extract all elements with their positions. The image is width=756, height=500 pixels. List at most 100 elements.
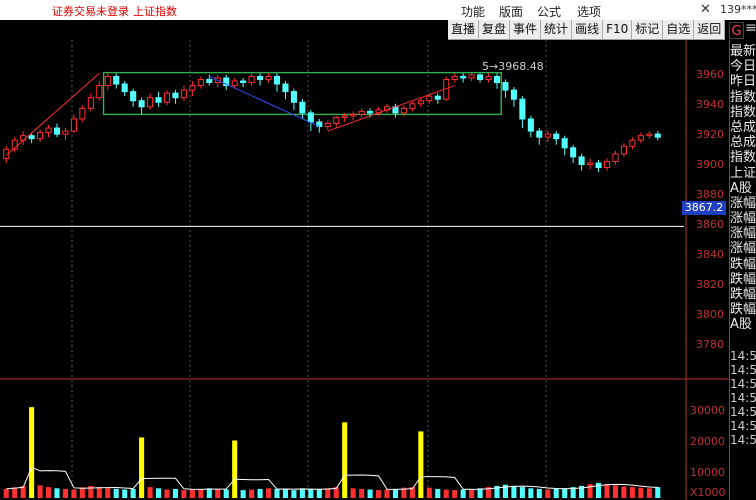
candle-body (265, 75, 272, 80)
candle-body (62, 130, 69, 135)
hamburger-menu-icon[interactable]: ≡ (745, 20, 756, 36)
volume-bar (172, 488, 178, 498)
price-chart[interactable] (0, 40, 729, 500)
toolbar-mark-button[interactable]: 标记 (632, 20, 664, 40)
candle-body (138, 100, 145, 108)
volume-bar (3, 488, 9, 498)
volume-bar (418, 431, 424, 498)
tick-time-row: 14:5 (730, 376, 756, 391)
candle-body (282, 83, 289, 93)
candle-body (646, 133, 653, 137)
candle-body (273, 75, 281, 85)
volume-bar (299, 488, 305, 498)
candle-body (502, 82, 509, 91)
volume-bar (156, 488, 162, 498)
tick-time-row: 14:5 (730, 418, 756, 433)
volume-bar (71, 489, 77, 498)
volume-bar (164, 489, 170, 498)
g-badge[interactable]: G (729, 22, 744, 39)
candle-series (3, 73, 661, 173)
quote-panel-row: 最新 (730, 44, 756, 59)
login-status[interactable]: 证券交易未登录 (52, 3, 129, 19)
volume-bar (46, 487, 52, 498)
quote-panel-row: 涨幅 (730, 211, 756, 227)
volume-bar (350, 488, 356, 498)
toolbar-watchlist-button[interactable]: 自选 (663, 20, 695, 40)
candle-body (460, 75, 467, 79)
candle-body (28, 135, 35, 140)
volume-bar (266, 488, 272, 498)
volume-bar (325, 488, 331, 498)
volume-bar (604, 484, 610, 498)
volume-bar (257, 488, 263, 498)
candle-body (587, 162, 594, 165)
candle-body (451, 75, 458, 80)
volume-bar (274, 488, 280, 498)
candle-body (409, 103, 416, 109)
candle-body (637, 135, 644, 141)
menu-function[interactable]: 功能 (461, 3, 485, 20)
menu-options[interactable]: 选项 (577, 3, 601, 20)
candle-body (620, 145, 627, 155)
quote-panel: 最新 今日 昨日 指数 指数 总成 总成 指数 上证 A股 涨幅 涨幅 涨幅 涨幅 跌幅 跌幅 跌幅 跌幅 A股 14… (729, 40, 756, 500)
volume-bar (139, 437, 145, 498)
volume-bar (562, 488, 568, 498)
volume-bar (232, 440, 238, 498)
candle-body (536, 130, 543, 138)
candle-body (96, 85, 103, 99)
candle-body (206, 78, 213, 84)
volume-bar (528, 488, 534, 498)
toolbar-back-button[interactable]: 返回 (694, 20, 726, 40)
tick-time-row: 14:5 (730, 404, 756, 419)
candle-body (578, 156, 585, 165)
chart-toolbar: 直播 复盘 事件 统计 画线 F10 标记 自选 返回 (448, 20, 726, 40)
user-account[interactable]: 139****8 (720, 3, 756, 16)
close-icon[interactable]: ✕ (700, 2, 711, 17)
toolbar-draw-button[interactable]: 画线 (572, 20, 604, 40)
candle-body (104, 75, 111, 87)
tick-time-row: 14:5 (730, 390, 756, 405)
toolbar-replay-button[interactable]: 复盘 (479, 20, 511, 40)
toolbar-f10-button[interactable]: F10 (603, 20, 633, 40)
toolbar-events-button[interactable]: 事件 (510, 20, 542, 40)
candle-body (180, 89, 187, 99)
volume-bar (435, 488, 441, 498)
volume-bar (426, 487, 432, 498)
volume-bar (122, 489, 128, 498)
candle-body (544, 133, 551, 138)
trend-line-rise (327, 85, 455, 132)
candle-body (358, 110, 365, 115)
quote-panel-row: 跌幅 (730, 302, 756, 318)
candle-body (400, 107, 407, 114)
index-name: 上证指数 (133, 5, 177, 18)
menu-layout[interactable]: 版面 (499, 3, 523, 20)
volume-bar (638, 487, 644, 498)
candle-body (341, 115, 348, 118)
candle-body (527, 118, 534, 132)
menu-formula[interactable]: 公式 (537, 3, 561, 20)
candle-body (350, 113, 357, 117)
volume-bar (511, 485, 517, 498)
volume-bar (443, 489, 449, 498)
candle-body (426, 95, 433, 102)
candle-body (468, 74, 475, 79)
toolbar-live-button[interactable]: 直播 (448, 20, 480, 40)
price-tick-label: 3860 (696, 218, 724, 231)
volume-bar (612, 485, 618, 498)
candle-body (53, 127, 61, 135)
volume-bar (646, 488, 652, 498)
volume-bar (113, 488, 119, 498)
candle-body (367, 110, 374, 114)
volume-bar (392, 488, 398, 498)
price-tick-label: 3940 (696, 98, 724, 111)
volume-bar (206, 488, 212, 498)
price-tick-label: 3780 (696, 338, 724, 351)
volume-bar (198, 488, 204, 498)
toolbar-stats-button[interactable]: 统计 (541, 20, 573, 40)
price-tick-label: 3820 (696, 278, 724, 291)
candle-body (147, 97, 154, 108)
quote-panel-row: 指数 (730, 150, 756, 166)
quote-panel-row: 指数 (730, 104, 756, 120)
quote-panel-row: A股 (730, 180, 752, 196)
volume-bar (367, 489, 373, 498)
